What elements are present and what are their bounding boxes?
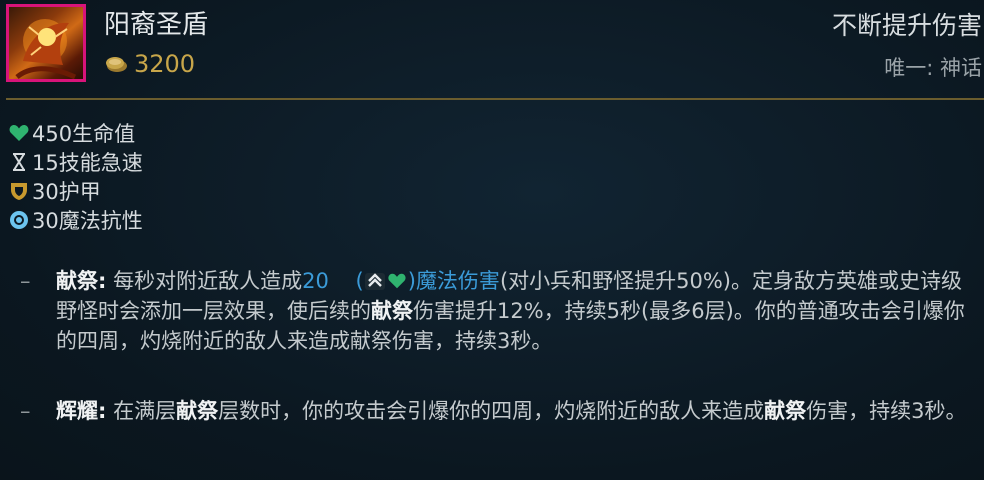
shield-icon	[11, 182, 27, 200]
passive-name: 辉耀:	[56, 399, 107, 423]
magic-damage-label: 魔法伤害	[415, 269, 500, 293]
passive-name: 献祭:	[56, 269, 107, 293]
passive-text: 伤害，持续3秒。	[806, 399, 967, 423]
stat-ability-haste: 15技能急速	[8, 147, 143, 176]
passive-text: 层数时，你的攻击会引爆你的四周，灼烧附近的敌人来造成	[218, 399, 765, 423]
stat-text: 450生命值	[32, 121, 136, 146]
magic-resist-icon	[10, 210, 28, 229]
heart-icon	[9, 124, 29, 141]
stat-text: 30魔法抗性	[32, 208, 143, 233]
item-tooltip: 阳裔圣盾 3200 不断提升伤害 唯一: 神话 450生命值 15技能急速 30…	[0, 0, 984, 480]
item-name: 阳裔圣盾	[104, 10, 209, 40]
header-divider	[6, 98, 984, 100]
scaling-close-paren: )	[407, 269, 416, 293]
stat-health: 450生命值	[8, 118, 143, 147]
item-cost: 3200	[104, 50, 195, 78]
bullet-dash: –	[20, 269, 31, 293]
stat-magic-resist: 30魔法抗性	[8, 205, 143, 234]
stat-armor: 30护甲	[8, 176, 143, 205]
keyword-immolate: 献祭	[176, 399, 219, 423]
heart-icon	[388, 273, 406, 289]
chevron-up-icon	[364, 273, 385, 290]
item-rarity: 唯一: 神话	[884, 56, 982, 80]
item-tagline: 不断提升伤害	[831, 11, 982, 40]
keyword-immolate: 献祭	[764, 399, 807, 423]
passive-text: 在满层	[113, 399, 177, 423]
damage-value: 20	[302, 269, 329, 293]
bullet-dash: –	[20, 399, 31, 423]
stat-text: 30护甲	[32, 179, 101, 204]
passive-radiance: – 辉耀: 在满层献祭层数时，你的攻击会引爆你的四周，灼烧附近的敌人来造成献祭伤…	[20, 396, 970, 426]
keyword-immolate: 献祭	[371, 299, 413, 323]
cost-value: 3200	[134, 50, 196, 78]
hourglass-icon	[13, 152, 25, 171]
stat-text: 15技能急速	[32, 150, 143, 175]
passive-immolate: – 献祭: 每秒对附近敌人造成20 ()魔法伤害(对小兵和野怪提升50%)。定身…	[20, 266, 970, 356]
passive-text: 每秒对附近敌人造成	[113, 269, 303, 293]
sunfire-aegis-icon[interactable]	[6, 4, 86, 82]
stat-list: 450生命值 15技能急速 30护甲 30魔法抗性	[8, 118, 143, 234]
gold-coin-icon	[106, 57, 127, 72]
scaling-open-paren: (	[355, 269, 364, 293]
